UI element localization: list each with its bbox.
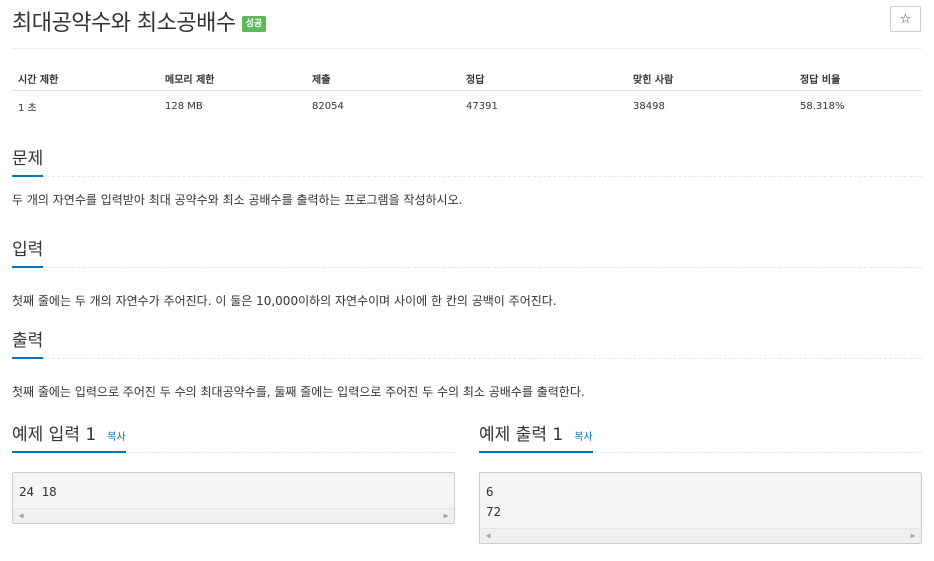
- value-time-limit: 1 초: [18, 102, 37, 114]
- problem-description: 두 개의 자연수를 입력받아 최대 공약수와 최소 공배수를 출력하는 프로그램…: [12, 193, 463, 207]
- scroll-left-icon[interactable]: ◀: [15, 509, 27, 523]
- status-badge: 성공: [241, 16, 267, 32]
- sample-output-scrollbar[interactable]: ◀ ▶: [480, 528, 921, 543]
- output-section: 출력 첫째 줄에는 입력으로 주어진 두 수의 최대공약수를, 둘째 줄에는 입…: [12, 330, 922, 400]
- page-title: 최대공약수와 최소공배수: [12, 11, 236, 36]
- star-icon: ☆: [899, 12, 912, 27]
- sample-input-scrollbar[interactable]: ◀ ▶: [13, 508, 454, 523]
- copy-input-link[interactable]: 복사: [107, 432, 125, 443]
- output-section-header: 출력: [12, 330, 922, 359]
- header-accepted: 정답: [460, 66, 627, 91]
- star-button[interactable]: ☆: [890, 6, 921, 32]
- sample-input-header: 예제 입력 1 복사: [12, 424, 455, 453]
- scroll-right-icon[interactable]: ▶: [907, 529, 919, 543]
- problem-heading: 문제: [12, 148, 44, 177]
- copy-output-link[interactable]: 복사: [574, 432, 592, 443]
- value-memory-limit: 128 MB: [165, 100, 203, 112]
- input-section: 입력 첫째 줄에는 두 개의 자연수가 주어진다. 이 둘은 10,000이하의…: [12, 239, 922, 309]
- sample-input-text: 24 18: [19, 484, 57, 499]
- problem-section: 문제 두 개의 자연수를 입력받아 최대 공약수와 최소 공배수를 출력하는 프…: [12, 148, 922, 208]
- sample-output-text: 6 72: [486, 484, 502, 519]
- output-description: 첫째 줄에는 입력으로 주어진 두 수의 최대공약수를, 둘째 줄에는 입력으로…: [12, 385, 585, 399]
- info-value-row: 1 초 128 MB 82054 47391 38498 58.318%: [12, 91, 922, 122]
- sample-output-header: 예제 출력 1 복사: [479, 424, 922, 453]
- output-heading: 출력: [12, 330, 44, 359]
- sample-input-box[interactable]: 24 18 ◀ ▶: [12, 472, 455, 524]
- value-submissions: 82054: [312, 100, 344, 112]
- input-section-header: 입력: [12, 239, 922, 268]
- input-description: 첫째 줄에는 두 개의 자연수가 주어진다. 이 둘은 10,000이하의 자연…: [12, 294, 557, 308]
- header-time-limit: 시간 제한: [12, 66, 159, 91]
- header-submissions: 제출: [306, 66, 460, 91]
- info-header-row: 시간 제한 메모리 제한 제출 정답 맞힌 사람 정답 비율: [12, 66, 922, 91]
- problem-section-header: 문제: [12, 148, 922, 177]
- sample-output-title: 예제 출력 1: [479, 425, 564, 445]
- input-heading: 입력: [12, 239, 44, 268]
- scroll-right-icon[interactable]: ▶: [440, 509, 452, 523]
- title-divider: [12, 48, 922, 49]
- sample-input-title: 예제 입력 1: [12, 425, 97, 445]
- scroll-left-icon[interactable]: ◀: [482, 529, 494, 543]
- sample-output-box[interactable]: 6 72 ◀ ▶: [479, 472, 922, 544]
- header-ratio: 정답 비율: [794, 66, 922, 91]
- value-accepted: 47391: [466, 100, 498, 112]
- value-solvers: 38498: [633, 100, 665, 112]
- problem-title-row: 최대공약수와 최소공배수 성공: [12, 4, 267, 38]
- header-solvers: 맞힌 사람: [627, 66, 794, 91]
- header-memory-limit: 메모리 제한: [159, 66, 306, 91]
- value-ratio: 58.318%: [800, 100, 845, 112]
- problem-info-table: 시간 제한 메모리 제한 제출 정답 맞힌 사람 정답 비율 1 초 128 M…: [12, 66, 922, 121]
